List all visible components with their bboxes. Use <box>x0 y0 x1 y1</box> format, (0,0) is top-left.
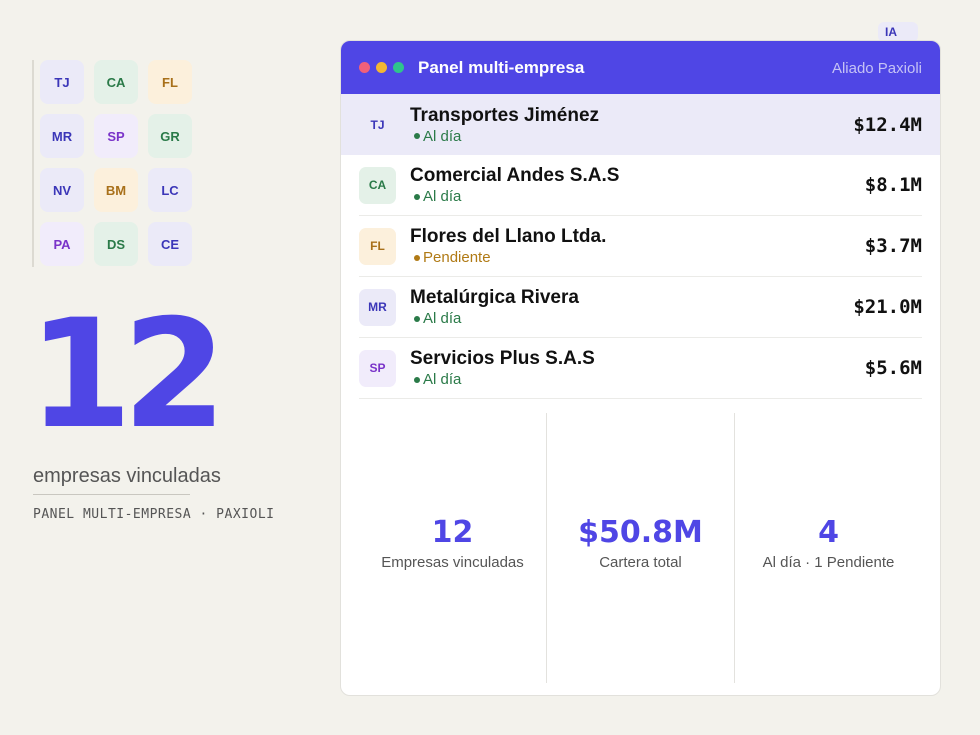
company-info: Flores del Llano Ltda. Pendiente <box>410 226 606 266</box>
panel-user[interactable]: Aliado Paxioli <box>832 60 922 77</box>
company-info: Comercial Andes S.A.S Al día <box>410 165 619 205</box>
status-text: Al día <box>423 310 462 327</box>
company-info: Metalúrgica Rivera Al día <box>410 287 579 327</box>
company-status: Al día <box>410 128 599 145</box>
company-row[interactable]: CA Comercial Andes S.A.S Al día $8.1M <box>359 155 922 216</box>
summary-stats: 12 Empresas vinculadas $50.8M Cartera total… <box>359 413 922 683</box>
company-row[interactable]: FL Flores del Llano Ltda. Pendiente $3.7M <box>359 216 922 277</box>
hero-count: 12 <box>28 288 227 462</box>
company-list: TJ Transportes Jiménez Al día $12.4M CA Comer… <box>341 94 940 399</box>
status-dot-icon <box>414 133 420 139</box>
company-row[interactable]: MR Metalúrgica Rivera Al día $21.0M <box>359 277 922 338</box>
status-dot-icon <box>414 315 420 322</box>
ia-badge[interactable]: IA <box>878 22 918 42</box>
company-avatar: CA <box>359 166 396 204</box>
company-name: Comercial Andes S.A.S <box>410 165 620 186</box>
company-name: Metalúrgica Rivera <box>410 287 579 308</box>
summary-stat: 12 Empresas vinculadas <box>359 413 547 683</box>
company-avatar: MR <box>359 288 396 326</box>
multi-company-panel: Panel multi-empresa Aliado Paxioli TJ Tra… <box>340 40 941 696</box>
stat-value: 12 <box>431 515 474 550</box>
hero-label: empresas vinculadas <box>33 465 221 495</box>
company-avatar: SP <box>359 349 396 387</box>
status-text: Al día <box>423 188 462 205</box>
status-dot-icon <box>414 193 420 200</box>
company-row[interactable]: SP Servicios Plus S.A.S Al día $5.6M <box>359 338 922 399</box>
company-amount: $8.1M <box>864 174 922 196</box>
company-name: Flores del Llano Ltda. <box>410 226 607 247</box>
stat-value: 4 <box>818 515 839 550</box>
stat-value: $50.8M <box>578 515 703 550</box>
window-close-dot[interactable] <box>359 62 370 73</box>
company-logo-tile[interactable]: NV <box>40 168 84 212</box>
company-amount: $5.6M <box>864 357 922 379</box>
company-logo-tile[interactable]: TJ <box>40 60 84 104</box>
company-info: Transportes Jiménez Al día <box>410 105 599 145</box>
company-logo-grid: TJ CA FL MR SP GR NV BM LC PA DS CE <box>32 60 202 267</box>
company-logo-tile[interactable]: MR <box>40 114 84 158</box>
status-text: Pendiente <box>423 249 491 266</box>
company-logo-tile[interactable]: LC <box>148 168 192 212</box>
company-logo-tile[interactable]: BM <box>94 168 138 212</box>
company-amount: $12.4M <box>853 113 922 136</box>
company-status: Al día <box>410 188 619 205</box>
summary-stat: $50.8M Cartera total <box>547 413 735 683</box>
status-text: Al día <box>423 127 462 145</box>
company-status: Al día <box>410 371 595 388</box>
panel-header: Panel multi-empresa Aliado Paxioli <box>341 41 940 94</box>
status-dot-icon <box>414 254 420 261</box>
company-logo-tile[interactable]: PA <box>40 222 84 266</box>
company-logo-tile[interactable]: GR <box>148 114 192 158</box>
status-dot-icon <box>414 376 420 383</box>
company-name: Transportes Jiménez <box>410 104 600 126</box>
stat-label: Al día · 1 Pendiente <box>762 554 895 571</box>
hero-subtitle: PANEL MULTI-EMPRESA · PAXIOLI <box>33 507 275 522</box>
company-avatar: TJ <box>359 106 396 143</box>
company-avatar: FL <box>359 227 396 265</box>
panel-title: Panel multi-empresa <box>418 57 585 77</box>
status-text: Al día <box>423 371 462 388</box>
company-name: Servicios Plus S.A.S <box>410 348 595 369</box>
window-minimize-dot[interactable] <box>376 62 387 73</box>
company-amount: $3.7M <box>864 235 922 257</box>
company-amount: $21.0M <box>853 296 922 318</box>
summary-stat: 4 Al día · 1 Pendiente <box>735 413 922 683</box>
company-status: Al día <box>410 310 579 327</box>
stat-label: Empresas vinculadas <box>381 554 524 571</box>
window-maximize-dot[interactable] <box>393 62 404 73</box>
company-logo-tile[interactable]: CA <box>94 60 138 104</box>
company-row[interactable]: TJ Transportes Jiménez Al día $12.4M <box>341 94 940 155</box>
company-logo-tile[interactable]: CE <box>148 222 192 266</box>
company-logo-tile[interactable]: DS <box>94 222 138 266</box>
stat-label: Cartera total <box>599 554 682 571</box>
company-logo-tile[interactable]: FL <box>148 60 192 104</box>
company-info: Servicios Plus S.A.S Al día <box>410 348 595 388</box>
company-logo-tile[interactable]: SP <box>94 114 138 158</box>
company-status: Pendiente <box>410 249 606 266</box>
